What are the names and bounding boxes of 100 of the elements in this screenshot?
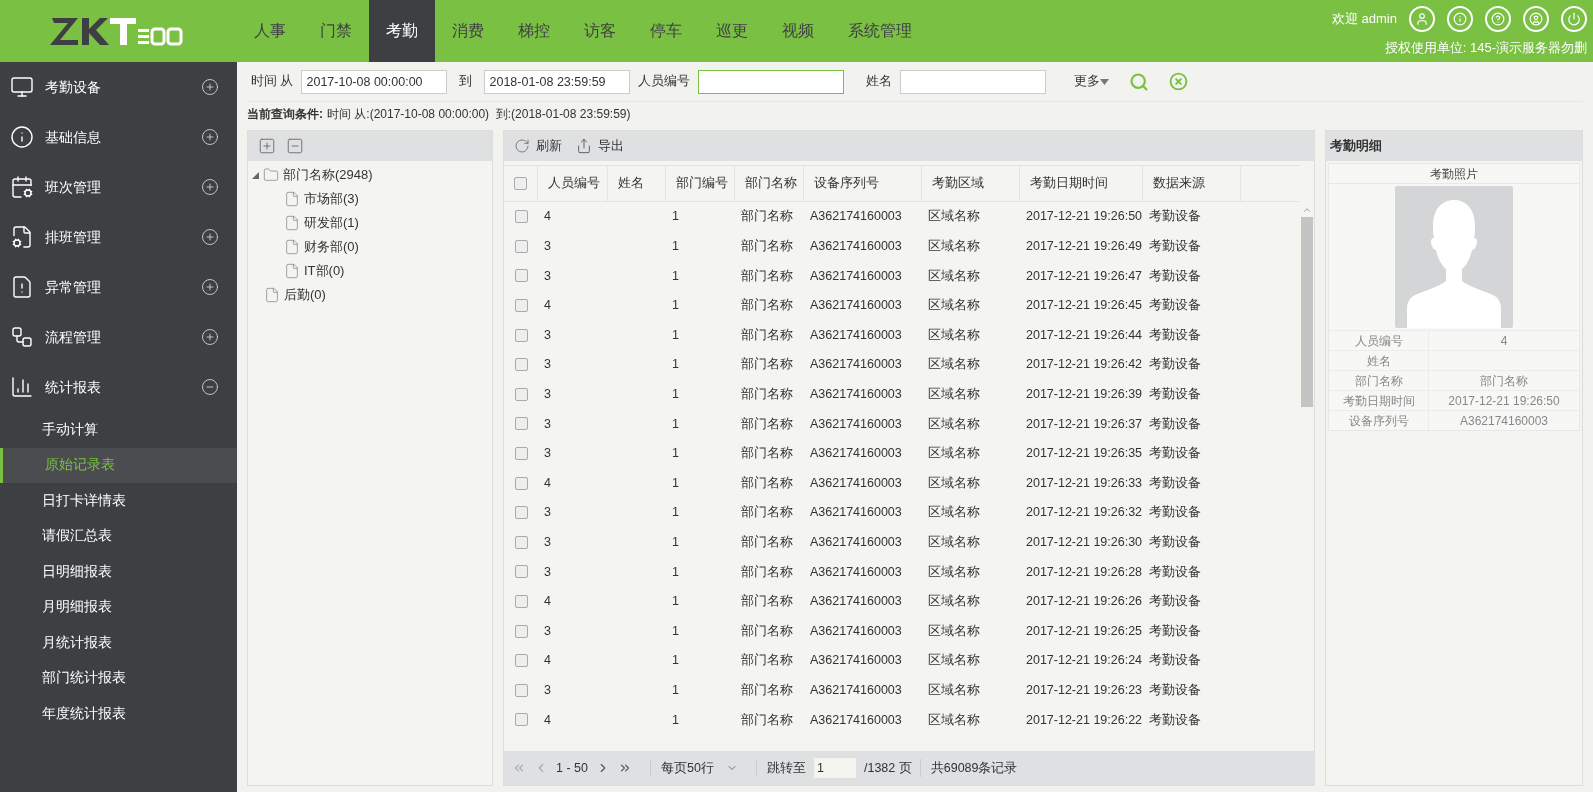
row-checkbox[interactable] [514, 447, 528, 461]
nav-tab[interactable]: 停车 [633, 0, 699, 62]
row-checkbox[interactable] [514, 358, 528, 372]
sidebar-item[interactable]: 班次管理 [0, 162, 237, 212]
search-icon[interactable] [1129, 71, 1150, 92]
row-checkbox[interactable] [514, 299, 528, 313]
first-page-icon[interactable] [512, 761, 526, 775]
submenu-item[interactable]: 日明细报表 [0, 554, 237, 590]
table-cell: 2017-12-21 19:26:45 [1026, 298, 1143, 313]
info-icon[interactable] [1447, 6, 1473, 32]
expand-icon[interactable] [201, 278, 219, 296]
expand-icon[interactable] [201, 128, 219, 146]
page-size-dropdown[interactable]: 每页50行 [649, 758, 738, 778]
nav-tab[interactable]: 考勤 [369, 0, 435, 62]
row-checkbox[interactable] [514, 654, 528, 668]
clear-icon[interactable] [1169, 72, 1189, 91]
page-input[interactable]: 1 [813, 758, 856, 778]
table-cell: A362174160003 [810, 682, 902, 697]
sidebar-item[interactable]: 排班管理 [0, 212, 237, 262]
sidebar-item[interactable]: 统计报表 [0, 362, 237, 412]
tree-node[interactable]: 后勤(0) [284, 285, 326, 305]
select-all-checkbox[interactable] [514, 177, 527, 190]
column-header[interactable]: 人员编号 [538, 166, 608, 201]
row-checkbox[interactable] [514, 506, 528, 520]
row-checkbox[interactable] [514, 239, 528, 253]
table-cell: 1 [672, 712, 679, 727]
column-header[interactable]: 考勤日期时间 [1020, 166, 1143, 201]
nav-tab[interactable]: 门禁 [303, 0, 369, 62]
nav-tab[interactable]: 梯控 [501, 0, 567, 62]
row-checkbox[interactable] [514, 595, 528, 608]
sidebar-item[interactable]: 异常管理 [0, 262, 237, 312]
expand-all-icon[interactable] [258, 137, 276, 155]
power-icon[interactable] [1561, 6, 1587, 32]
tree-node[interactable]: 部门名称(2948) [283, 165, 373, 185]
tree-node[interactable]: IT部(0) [304, 261, 345, 281]
sidebar-item[interactable]: 流程管理 [0, 312, 237, 362]
column-header[interactable]: 设备序列号 [804, 166, 922, 201]
end-time-field[interactable]: 2018-01-08 23:59:59 [484, 69, 631, 94]
expand-icon[interactable] [201, 78, 219, 96]
table-cell: 3 [544, 416, 551, 431]
column-header[interactable]: 考勤区域 [922, 166, 1020, 201]
table-cell: 1 [672, 594, 679, 609]
tree-node[interactable]: 市场部(3) [304, 189, 359, 209]
submenu-item[interactable]: 年度统计报表 [0, 696, 237, 732]
row-checkbox[interactable] [514, 713, 528, 727]
export-button[interactable]: 导出 [576, 136, 624, 156]
help-icon[interactable] [1485, 6, 1511, 32]
table-cell: 部门名称 [741, 239, 793, 253]
nav-tab[interactable]: 视频 [765, 0, 831, 62]
collapse-icon[interactable] [252, 171, 259, 179]
tree-node[interactable]: 财务部(0) [304, 237, 359, 257]
submenu-item[interactable]: 原始记录表 [0, 447, 237, 483]
collapse-all-icon[interactable] [286, 137, 304, 155]
table-cell: 2017-12-21 19:26:23 [1026, 682, 1143, 697]
column-header[interactable]: 部门名称 [735, 166, 804, 201]
sidebar-item[interactable]: 基础信息 [0, 112, 237, 162]
sidebar-item[interactable]: 考勤设备 [0, 62, 237, 112]
submenu-item[interactable]: 月统计报表 [0, 625, 237, 661]
more-button[interactable]: 更多 [1074, 72, 1110, 91]
submenu-item[interactable]: 请假汇总表 [0, 518, 237, 554]
refresh-button[interactable]: 刷新 [514, 136, 562, 156]
row-checkbox[interactable] [514, 387, 528, 401]
nav-tab[interactable]: 系统管理 [831, 0, 929, 62]
person-id-field[interactable] [698, 69, 845, 94]
table-cell: 4 [544, 209, 551, 224]
expand-icon[interactable] [201, 178, 219, 196]
row-checkbox[interactable] [514, 269, 528, 283]
table-cell: 考勤设备 [1149, 327, 1201, 342]
user-icon[interactable] [1409, 6, 1435, 32]
submenu-item[interactable]: 手动计算 [0, 412, 237, 448]
start-time-field[interactable]: 2017-10-08 00:00:00 [301, 69, 448, 94]
submenu-item[interactable]: 月明细报表 [0, 589, 237, 625]
column-header[interactable]: 姓名 [608, 166, 666, 201]
collapse-icon[interactable] [201, 378, 219, 396]
table-cell: 1 [672, 239, 679, 253]
column-header[interactable]: 部门编号 [666, 166, 735, 201]
tree-node[interactable]: 研发部(1) [304, 213, 359, 233]
scroll-up-icon[interactable] [1302, 205, 1312, 215]
nav-tab[interactable]: 人事 [237, 0, 303, 62]
expand-icon[interactable] [201, 228, 219, 246]
nav-tab[interactable]: 访客 [567, 0, 633, 62]
nav-tab[interactable]: 巡更 [699, 0, 765, 62]
name-field[interactable] [900, 69, 1047, 94]
submenu-item[interactable]: 日打卡详情表 [0, 483, 237, 519]
scrollbar-thumb[interactable] [1301, 217, 1313, 407]
row-checkbox[interactable] [514, 535, 528, 549]
menu-icon [10, 375, 34, 399]
row-checkbox[interactable] [514, 328, 528, 342]
column-header[interactable]: 数据来源 [1143, 166, 1241, 201]
nav-tab[interactable]: 消费 [435, 0, 501, 62]
submenu-item[interactable]: 部门统计报表 [0, 660, 237, 696]
table-cell: 区域名称 [928, 475, 980, 490]
expand-icon[interactable] [201, 328, 219, 346]
row-checkbox[interactable] [514, 417, 528, 431]
profile-icon[interactable] [1523, 6, 1549, 32]
row-checkbox[interactable] [514, 624, 528, 638]
row-checkbox[interactable] [514, 476, 528, 490]
row-checkbox[interactable] [514, 565, 528, 579]
row-checkbox[interactable] [514, 210, 528, 224]
row-checkbox[interactable] [514, 683, 528, 697]
